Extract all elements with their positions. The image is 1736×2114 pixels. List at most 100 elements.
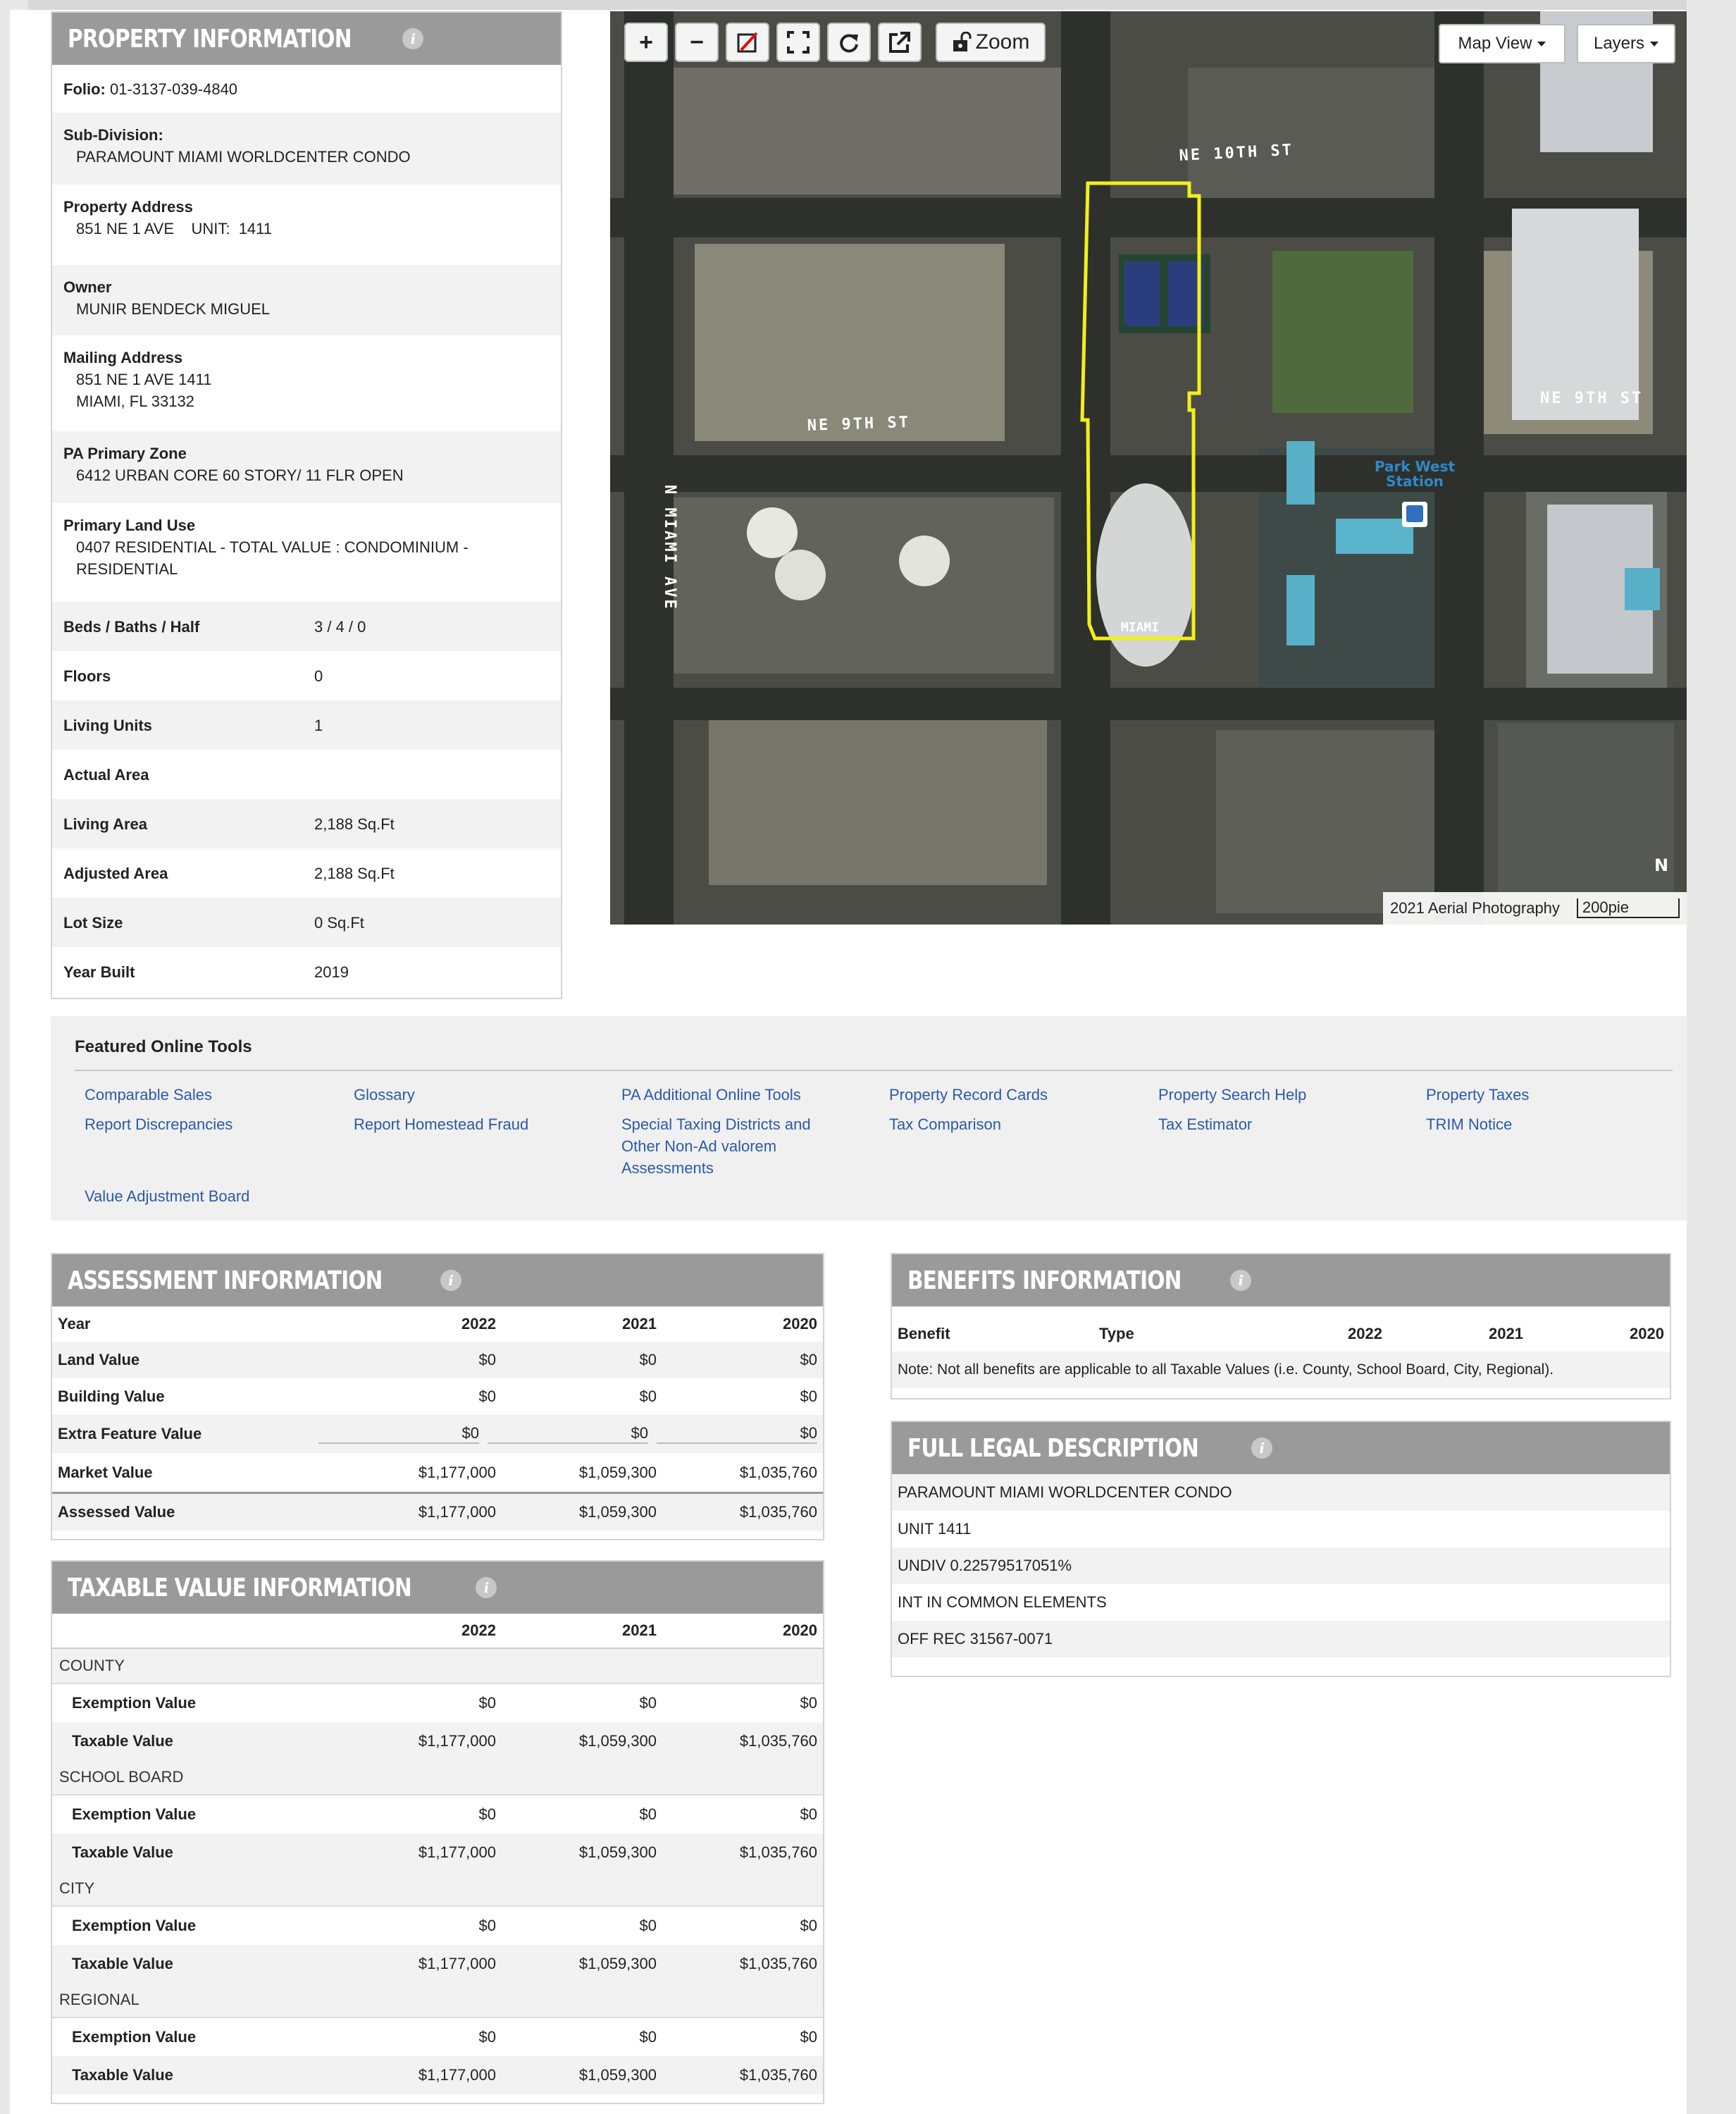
info-icon[interactable]: i — [402, 28, 423, 49]
mailing-address-line2: MIAMI, FL 33132 — [76, 392, 194, 410]
fact-row: Lot Size 0 Sq.Ft — [52, 898, 561, 947]
year-header: Year — [58, 1315, 91, 1333]
info-icon[interactable]: i — [1229, 1270, 1251, 1291]
subdivision-row: Sub-Division: PARAMOUNT MIAMI WORLDCENTE… — [52, 113, 561, 185]
cell: $1,177,000 — [418, 1732, 496, 1750]
cell: $0 — [800, 1917, 817, 1934]
tool-link[interactable]: Value Adjustment Board — [85, 1185, 249, 1207]
benefits-header-row: Benefit Type 2022 2021 2020 — [892, 1306, 1670, 1352]
fact-value: 2019 — [314, 963, 349, 981]
taxable-title: TAXABLE VALUE INFORMATION — [68, 1573, 412, 1602]
assessment-information-panel: ASSESSMENT INFORMATION i Year 2022 2021 … — [51, 1253, 824, 1540]
primary-land-use-row: Primary Land Use 0407 RESIDENTIAL - TOTA… — [52, 503, 561, 602]
tool-link[interactable]: Comparable Sales — [85, 1084, 212, 1106]
fullscreen-icon — [787, 31, 810, 54]
cell: $0 — [657, 1424, 817, 1444]
legal-line: PARAMOUNT MIAMI WORLDCENTER CONDO — [892, 1474, 1670, 1511]
table-row: Building Value $0 $0 $0 — [52, 1378, 823, 1415]
row-label: Land Value — [58, 1351, 140, 1368]
cell: $0 — [478, 2028, 496, 2046]
fact-label: Year Built — [63, 963, 135, 981]
aerial-map[interactable]: NE 10TH ST NE 9TH ST NE 9TH ST N MIAMI A… — [610, 11, 1687, 925]
tool-link[interactable]: Property Taxes — [1426, 1084, 1529, 1106]
cell: $0 — [639, 1387, 657, 1405]
info-icon[interactable]: i — [476, 1577, 497, 1598]
full-extent-button[interactable] — [776, 23, 820, 62]
fact-row: Living Area 2,188 Sq.Ft — [52, 799, 561, 848]
taxable-value-panel: TAXABLE VALUE INFORMATION i 2022 2021 20… — [51, 1560, 824, 2104]
info-icon[interactable]: i — [1251, 1438, 1272, 1459]
cell: $1,035,760 — [739, 1732, 817, 1750]
taxable-body: COUNTY Exemption Value $0 $0 $0 Taxable Value… — [52, 1649, 823, 2094]
map-view-label: Map View — [1458, 34, 1532, 53]
fact-value: 0 Sq.Ft — [314, 913, 364, 932]
zoom-in-button[interactable]: + — [624, 23, 668, 62]
link-line: Special Taxing Districts and — [621, 1115, 811, 1133]
fact-label: Floors — [63, 667, 111, 685]
cell: $0 — [478, 1694, 496, 1712]
tool-link[interactable]: Property Record Cards — [889, 1084, 1048, 1106]
layers-dropdown[interactable]: Layers — [1577, 24, 1675, 63]
table-row: Exemption Value $0 $0 $0 — [52, 2018, 823, 2056]
table-row: Taxable Value $1,177,000 $1,059,300 $1,035,… — [52, 2056, 823, 2094]
cell: $0 — [478, 1387, 496, 1405]
cell: $1,177,000 — [418, 1463, 496, 1481]
row-label: Extra Feature Value — [58, 1425, 202, 1442]
legal-line: UNIT 1411 — [898, 1520, 972, 1538]
fact-label: Adjusted Area — [63, 864, 168, 882]
refresh-button[interactable] — [827, 23, 871, 62]
cell: $0 — [800, 1805, 817, 1823]
primary-land-use-label: Primary Land Use — [63, 517, 196, 534]
legal-title: FULL LEGAL DESCRIPTION — [907, 1433, 1199, 1463]
property-address-label: Property Address — [63, 198, 193, 216]
building-label: MIAMI — [1121, 620, 1159, 635]
zoom-out-button[interactable]: − — [675, 23, 719, 62]
folio-label: Folio: — [63, 80, 106, 98]
table-row: Exemption Value $0 $0 $0 — [52, 1795, 823, 1834]
cell: $1,059,300 — [578, 1732, 657, 1750]
cell: $0 — [639, 2028, 657, 2046]
tool-link[interactable]: Property Search Help — [1158, 1084, 1306, 1106]
special-taxing-link[interactable]: Special Taxing Districts and Other Non-A… — [621, 1113, 811, 1179]
fact-value: 1 — [314, 716, 323, 734]
section-header: COUNTY — [52, 1649, 823, 1684]
table-row: Exemption Value $0 $0 $0 — [52, 1684, 823, 1722]
table-row: Taxable Value $1,177,000 $1,059,300 $1,035,… — [52, 1834, 823, 1872]
export-button[interactable] — [878, 23, 922, 62]
fact-label: Living Units — [63, 716, 152, 734]
scale-bar: 200pie — [1576, 898, 1680, 918]
primary-zone-label: PA Primary Zone — [63, 445, 187, 462]
fact-label: Living Area — [63, 815, 147, 833]
section-header: CITY — [52, 1872, 823, 1907]
table-row: Exemption Value $0 $0 $0 — [52, 1907, 823, 1945]
row-label: Building Value — [58, 1387, 165, 1405]
tool-link[interactable]: Glossary — [354, 1084, 415, 1106]
zoom-button[interactable]: Zoom — [936, 23, 1046, 62]
tool-link[interactable]: Report Homestead Fraud — [354, 1113, 528, 1135]
benefits-header: BENEFITS INFORMATION i — [892, 1254, 1670, 1306]
map-attribution: 2021 Aerial Photography 200pie — [1382, 892, 1687, 925]
benefits-note: Note: Not all benefits are applicable to… — [892, 1352, 1670, 1388]
draw-tool-button[interactable] — [726, 23, 769, 62]
tool-link[interactable]: PA Additional Online Tools — [621, 1084, 801, 1106]
tool-link[interactable]: TRIM Notice — [1426, 1113, 1512, 1135]
property-information-panel: PROPERTY INFORMATION i Folio: 01-3137-03… — [51, 11, 562, 999]
primary-zone-row: PA Primary Zone 6412 URBAN CORE 60 STORY… — [52, 431, 561, 503]
fact-row: Floors 0 — [52, 651, 561, 700]
street-label: NE 9TH ST — [807, 414, 910, 435]
table-row: Taxable Value $1,177,000 $1,059,300 $1,035,… — [52, 1945, 823, 1983]
legal-description-panel: FULL LEGAL DESCRIPTION i PARAMOUNT MIAMI… — [891, 1421, 1671, 1677]
info-icon[interactable]: i — [440, 1270, 461, 1291]
cell: $1,177,000 — [418, 1843, 496, 1861]
table-row: Market Value $1,177,000 $1,059,300 $1,03… — [52, 1453, 823, 1494]
row-label: Exemption Value — [72, 1805, 197, 1823]
tool-link[interactable]: Report Discrepancies — [85, 1113, 232, 1135]
assessment-header-row: Year 2022 2021 2020 — [52, 1306, 823, 1342]
mailing-address-line1: 851 NE 1 AVE 1411 — [76, 371, 212, 388]
fact-value: 0 — [314, 667, 323, 685]
tool-link[interactable]: Tax Comparison — [889, 1113, 1001, 1135]
tool-link[interactable]: Tax Estimator — [1158, 1113, 1252, 1135]
map-view-dropdown[interactable]: Map View — [1439, 24, 1566, 63]
fact-value: 3 / 4 / 0 — [314, 617, 366, 636]
fact-value: 2,188 Sq.Ft — [314, 864, 395, 882]
